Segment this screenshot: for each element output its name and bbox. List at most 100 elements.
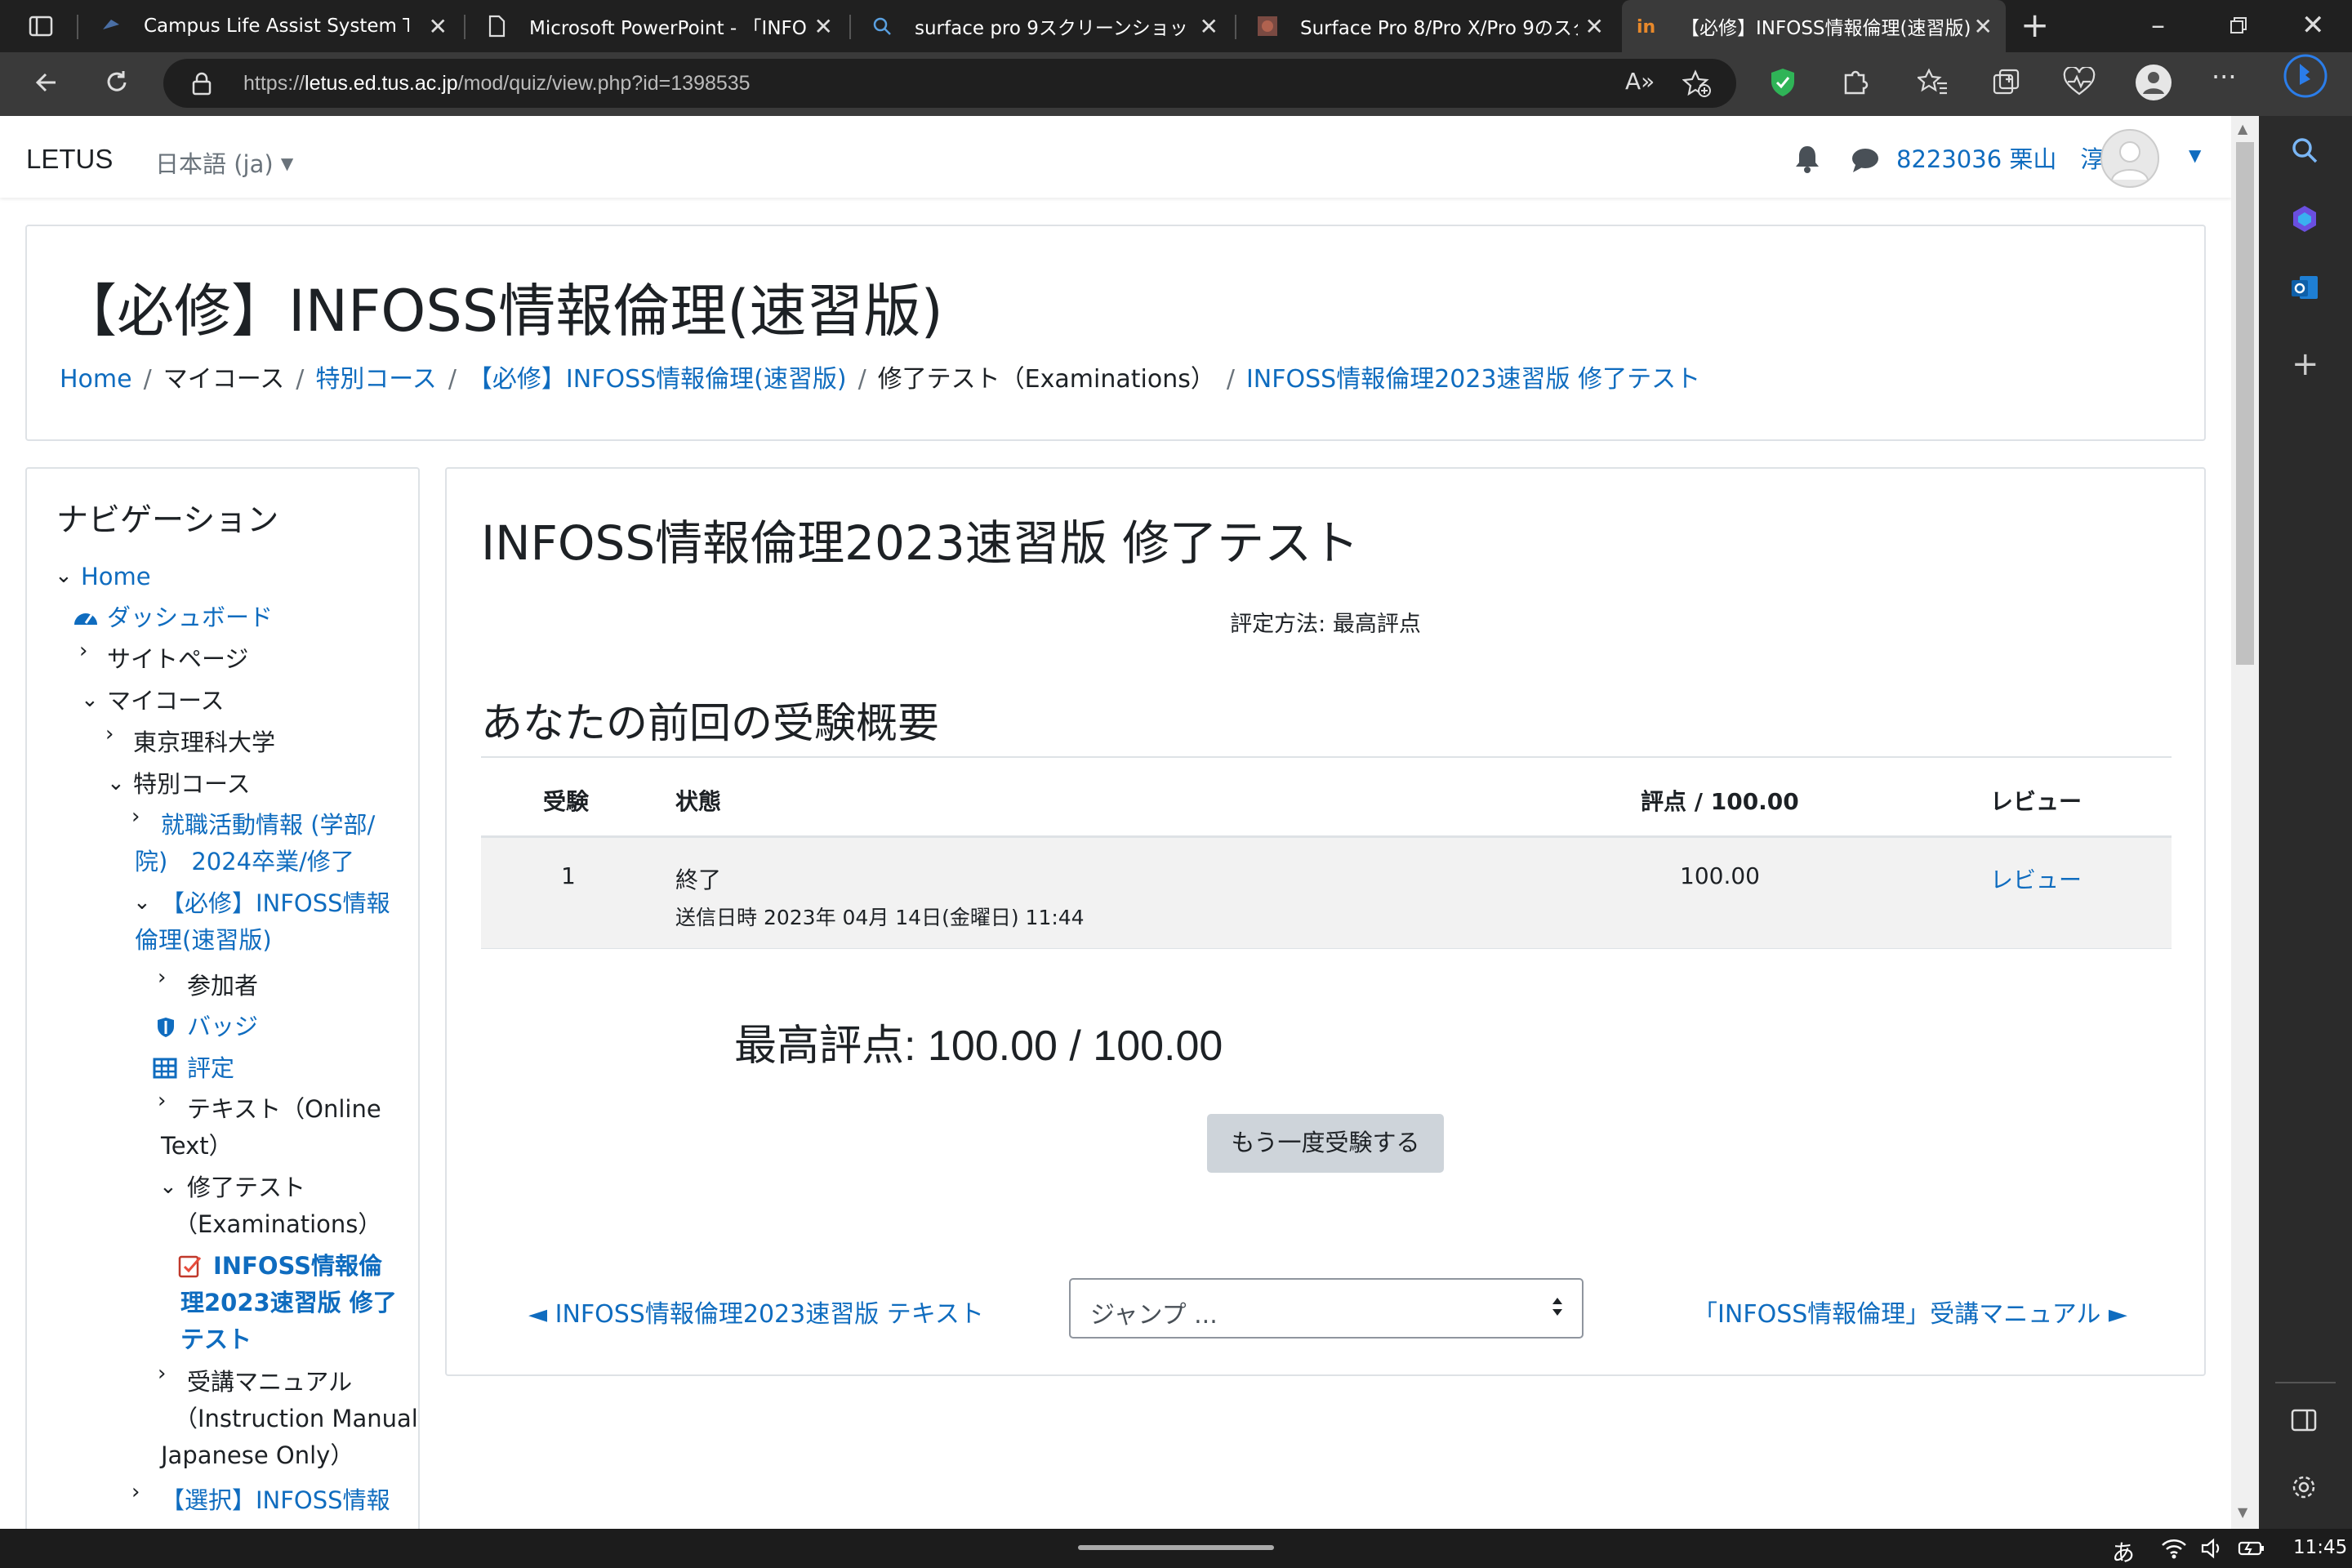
browser-tab-3[interactable]: surface pro 9スクリーンショット - 検 ✕ xyxy=(856,0,1232,52)
bing-chat-icon[interactable] xyxy=(2283,54,2328,103)
add-favorite-icon[interactable] xyxy=(1682,69,1712,103)
close-tab-icon[interactable]: ✕ xyxy=(1200,13,1218,40)
home-indicator[interactable] xyxy=(1078,1545,1274,1550)
chevron-down-icon[interactable]: ⌄ xyxy=(133,890,151,915)
chevron-down-icon[interactable]: ⌄ xyxy=(159,1174,177,1199)
breadcrumb-home[interactable]: Home xyxy=(60,365,132,394)
more-options-icon[interactable]: ··· xyxy=(2212,64,2237,90)
previous-activity-link[interactable]: ◄ INFOSS情報倫理2023速習版 テキスト xyxy=(528,1294,984,1330)
nav-item-my-courses[interactable]: マイコース xyxy=(107,683,225,719)
user-name[interactable]: 8223036 栗山 淳 xyxy=(1896,140,2104,175)
battery-icon[interactable] xyxy=(2238,1537,2265,1565)
nav-item-current-quiz-line3[interactable]: テスト xyxy=(180,1321,252,1358)
wifi-icon[interactable] xyxy=(2161,1537,2187,1565)
avatar[interactable] xyxy=(2100,129,2159,188)
user-menu-caret-icon[interactable]: ▼ xyxy=(2189,145,2201,165)
nav-item-current-quiz-line2[interactable]: 理2023速習版 修了 xyxy=(180,1285,397,1321)
nav-item-job-info-line2[interactable]: 院) 2024卒業/修了 xyxy=(135,844,354,880)
chevron-right-icon[interactable]: › xyxy=(79,639,87,663)
nav-item-elective-course[interactable]: 【選択】INFOSS情報 xyxy=(161,1482,390,1519)
breadcrumb-quiz[interactable]: INFOSS情報倫理2023速習版 修了テスト xyxy=(1246,365,1700,394)
volume-icon[interactable] xyxy=(2200,1537,2225,1565)
close-tab-icon[interactable]: ✕ xyxy=(429,13,448,40)
tab-actions-icon[interactable] xyxy=(28,13,54,44)
hide-sidebar-icon[interactable] xyxy=(2290,1406,2318,1439)
chevron-right-icon[interactable]: › xyxy=(131,1480,140,1504)
language-menu[interactable]: 日本語 (ja) ▼ xyxy=(155,145,293,180)
back-arrow-icon[interactable] xyxy=(31,67,62,103)
browser-tab-5-active[interactable]: in 【必修】INFOSS情報倫理(速習版) ✕ xyxy=(1622,0,2006,52)
read-aloud-icon[interactable]: A» xyxy=(1625,70,1655,93)
nav-item-grades[interactable]: 評定 xyxy=(187,1050,234,1087)
nav-item-home[interactable]: Home xyxy=(81,559,151,595)
nav-item-current-quiz[interactable]: INFOSS情報倫 xyxy=(213,1248,382,1285)
scrollbar-thumb[interactable] xyxy=(2236,142,2254,665)
chevron-right-icon[interactable]: › xyxy=(158,1361,166,1386)
nav-item-site-pages[interactable]: サイトページ xyxy=(107,641,248,678)
next-activity-link[interactable]: 「INFOSS情報倫理」受講マニュアル ► xyxy=(1693,1294,2127,1330)
browser-tab-4[interactable]: Surface Pro 8/Pro X/Pro 9のスクリ ✕ xyxy=(1241,0,1617,52)
attempt-review-link[interactable]: レビュー xyxy=(1990,862,2082,895)
browser-essentials-icon[interactable] xyxy=(2063,65,2096,101)
extensions-puzzle-icon[interactable] xyxy=(1841,67,1870,101)
new-tab-icon[interactable]: + xyxy=(2020,8,2049,42)
browser-tab-2[interactable]: Microsoft PowerPoint - 「INFOSS ✕ xyxy=(470,0,846,52)
close-tab-icon[interactable]: ✕ xyxy=(1974,13,1993,40)
col-attempt-header: 受験 xyxy=(543,788,590,815)
nav-item-participants[interactable]: 参加者 xyxy=(187,968,258,1004)
nav-item-tus[interactable]: 東京理科大学 xyxy=(133,724,275,761)
page-scrollbar[interactable]: ▲ ▼ xyxy=(2231,116,2259,1529)
chevron-right-icon[interactable]: › xyxy=(105,722,114,746)
refresh-icon[interactable] xyxy=(101,67,132,103)
scroll-down-arrow-icon[interactable]: ▼ xyxy=(2238,1504,2247,1520)
col-state-header: 状態 xyxy=(675,788,722,815)
chevron-down-icon[interactable]: ⌄ xyxy=(81,688,99,712)
close-window-icon[interactable]: ✕ xyxy=(2301,11,2325,39)
jump-to-select[interactable]: ジャンプ ... xyxy=(1069,1278,1584,1339)
nav-item-manual-line2[interactable]: （Instruction Manual xyxy=(174,1401,418,1437)
ime-indicator[interactable]: あ xyxy=(2112,1535,2135,1568)
collections-icon[interactable] xyxy=(1991,67,2022,103)
notification-bell-icon[interactable] xyxy=(1793,144,1821,176)
reattempt-button[interactable]: もう一度受験する xyxy=(1207,1114,1444,1173)
nav-item-dashboard[interactable]: ダッシュボード xyxy=(107,599,273,636)
nav-item-manual[interactable]: 受講マニュアル xyxy=(187,1364,352,1401)
clock[interactable]: 11:45 xyxy=(2293,1537,2347,1558)
breadcrumb-special-courses[interactable]: 特別コース xyxy=(315,365,437,394)
chevron-down-icon[interactable]: ⌄ xyxy=(55,564,73,588)
messages-icon[interactable] xyxy=(1851,147,1880,176)
close-tab-icon[interactable]: ✕ xyxy=(1585,13,1604,40)
settings-gear-icon[interactable] xyxy=(2290,1473,2318,1506)
minimize-icon[interactable]: – xyxy=(2151,11,2165,39)
breadcrumb-course[interactable]: 【必修】INFOSS情報倫理(速習版) xyxy=(468,365,847,394)
nav-item-badges[interactable]: バッジ xyxy=(187,1009,258,1045)
chevron-right-icon[interactable]: › xyxy=(158,965,166,990)
nav-item-online-text-line2[interactable]: Text） xyxy=(161,1128,233,1165)
scroll-up-arrow-icon[interactable]: ▲ xyxy=(2238,121,2247,136)
nav-item-special-courses[interactable]: 特別コース xyxy=(133,766,251,803)
nav-item-job-info[interactable]: 就職活動情報 (学部/ xyxy=(161,807,375,844)
nav-item-manual-line3[interactable]: Japanese Only） xyxy=(161,1437,354,1474)
chevron-down-icon[interactable]: ⌄ xyxy=(107,771,125,795)
url-text[interactable]: https://letus.ed.tus.ac.jp/mod/quiz/view… xyxy=(243,72,751,96)
copilot-shopping-icon[interactable] xyxy=(2290,204,2319,238)
nav-item-examinations[interactable]: 修了テスト xyxy=(187,1169,305,1206)
restore-icon[interactable] xyxy=(2226,13,2251,42)
nav-item-course-line2[interactable]: 倫理(速習版) xyxy=(135,922,272,959)
address-bar[interactable]: https://letus.ed.tus.ac.jp/mod/quiz/view… xyxy=(163,59,1736,108)
close-tab-icon[interactable]: ✕ xyxy=(814,13,833,40)
outlook-icon[interactable] xyxy=(2290,273,2319,307)
shield-extension-icon[interactable] xyxy=(1769,67,1797,103)
nav-item-online-text[interactable]: テキスト（Online xyxy=(187,1091,381,1128)
nav-item-examinations-line2[interactable]: （Examinations） xyxy=(174,1206,381,1243)
chevron-right-icon[interactable]: › xyxy=(158,1089,166,1113)
lock-icon[interactable] xyxy=(191,72,212,101)
favorites-icon[interactable] xyxy=(1916,67,1949,101)
profile-avatar-icon[interactable] xyxy=(2135,64,2172,106)
search-icon[interactable] xyxy=(2290,136,2319,170)
nav-item-course[interactable]: 【必修】INFOSS情報 xyxy=(161,885,390,922)
chevron-right-icon[interactable]: › xyxy=(131,804,140,829)
add-sidebar-app-icon[interactable]: + xyxy=(2292,348,2319,381)
browser-tab-1[interactable]: Campus Life Assist System TUS ✕ xyxy=(85,0,461,52)
site-brand[interactable]: LETUS xyxy=(26,144,113,175)
